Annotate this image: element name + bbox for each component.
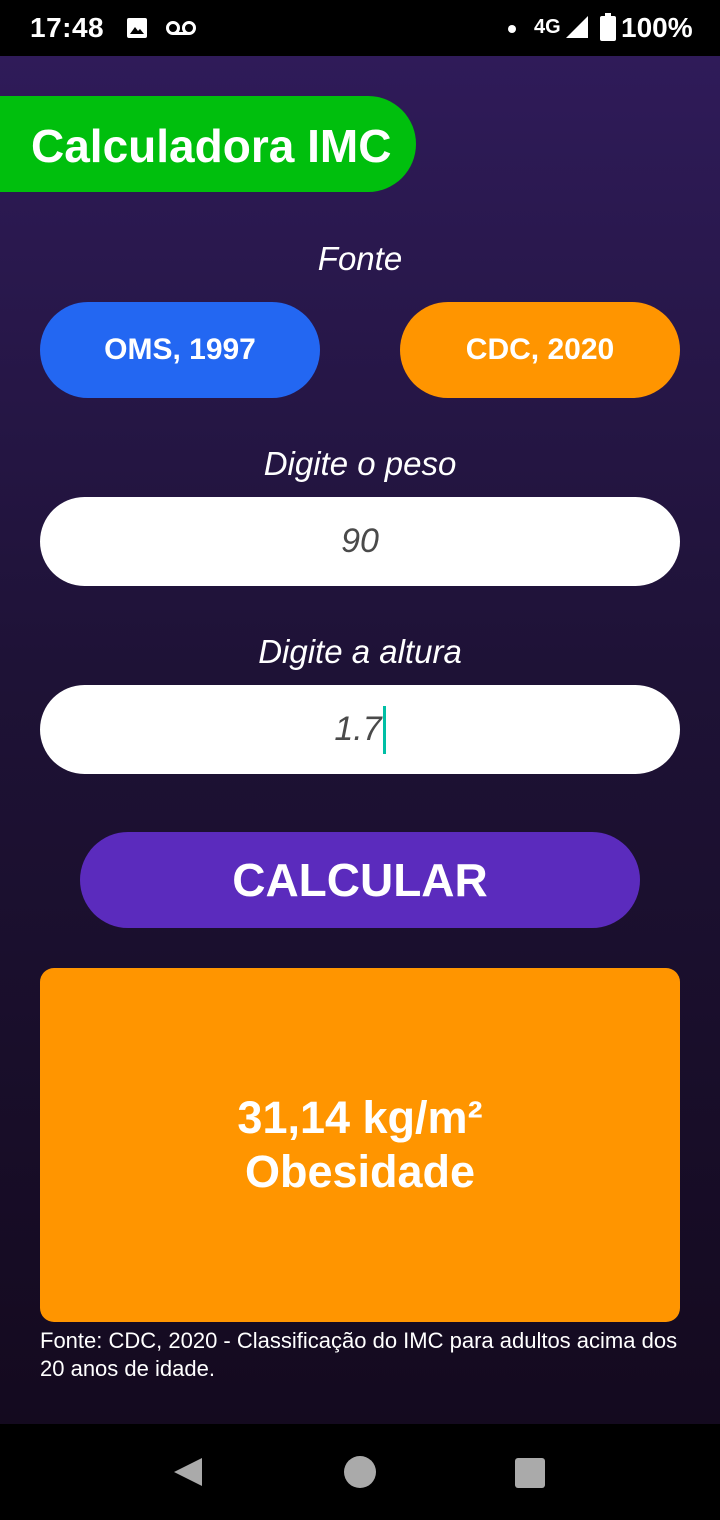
source-oms-label: OMS, 1997 [104, 333, 256, 366]
height-input[interactable]: 1.7 [40, 685, 680, 774]
signal-icon [566, 16, 588, 38]
text-cursor [382, 705, 386, 754]
voicemail-icon [166, 21, 196, 35]
phone-screen: 17:48 4G 100% Calculadora IMC Fonte OMS,… [0, 0, 720, 1520]
height-value: 1.7 [334, 710, 382, 748]
image-icon [127, 18, 147, 38]
recents-icon[interactable] [515, 1458, 545, 1488]
status-bar: 17:48 4G 100% [0, 0, 720, 56]
result-box: 31,14 kg/m² Obesidade [40, 968, 680, 1322]
height-label: Digite a altura [258, 633, 462, 670]
notification-dot [508, 25, 516, 33]
calculate-label: CALCULAR [232, 854, 488, 906]
network-type: 4G [534, 16, 561, 38]
status-time: 17:48 [30, 12, 105, 43]
home-icon[interactable] [344, 1456, 376, 1488]
app-content: Calculadora IMC Fonte OMS, 1997 CDC, 202… [0, 56, 720, 1424]
calculate-button[interactable]: CALCULAR [80, 832, 640, 928]
source-oms-button[interactable]: OMS, 1997 [40, 302, 320, 398]
source-footnote: Fonte: CDC, 2020 - Classificação do IMC … [40, 1328, 678, 1381]
weight-label: Digite o peso [263, 445, 457, 482]
navigation-bar [0, 1424, 720, 1520]
weight-value: 90 [341, 522, 379, 560]
weight-input[interactable]: 90 [40, 497, 680, 586]
source-cdc-label: CDC, 2020 [465, 333, 615, 366]
source-cdc-button[interactable]: CDC, 2020 [400, 302, 680, 398]
source-label: Fonte [317, 240, 403, 277]
result-value: 31,14 kg/m² [237, 1092, 483, 1143]
result-classification: Obesidade [244, 1146, 476, 1197]
app-title: Calculadora IMC [31, 120, 392, 172]
back-icon[interactable] [172, 1456, 204, 1488]
battery-icon [600, 13, 616, 41]
app-title-banner: Calculadora IMC [0, 96, 416, 192]
battery-percentage: 100% [621, 12, 693, 43]
